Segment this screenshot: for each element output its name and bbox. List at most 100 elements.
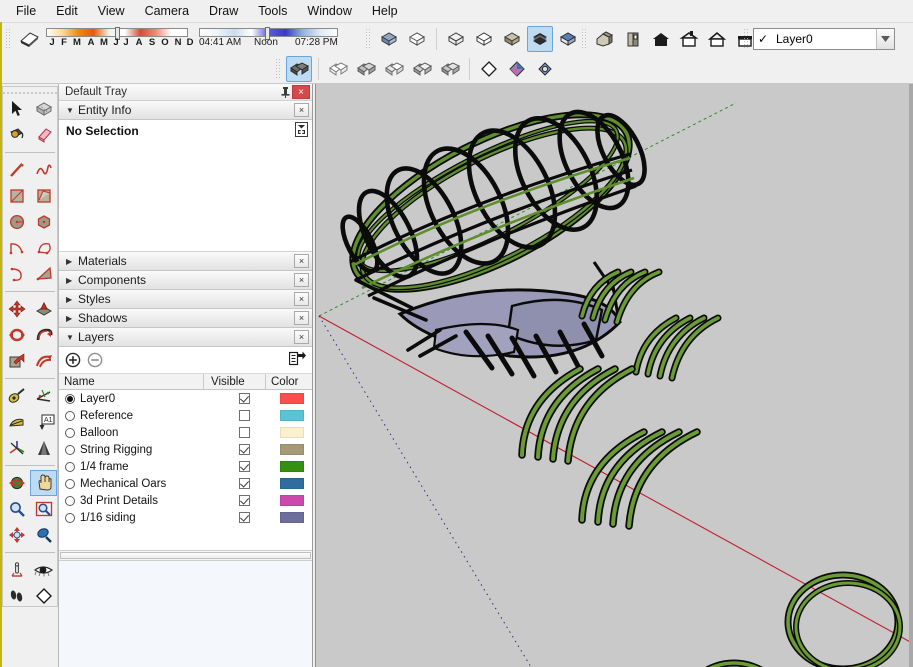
layer-visible-checkbox[interactable] — [238, 495, 250, 506]
model-viewport[interactable] — [315, 84, 913, 667]
layer-combo[interactable]: ✓ Layer0 — [753, 27, 895, 50]
chevron-right-icon[interactable]: ▶ — [66, 257, 78, 266]
layer-color-swatch[interactable] — [279, 444, 304, 455]
tool-line-button[interactable] — [3, 157, 30, 183]
view-front-button[interactable] — [648, 26, 674, 52]
tool-orbit-button[interactable] — [3, 470, 30, 496]
tool-3d-text-button[interactable] — [30, 435, 57, 461]
toolbar-grip[interactable] — [581, 27, 588, 50]
layer-visible-checkbox[interactable] — [238, 427, 250, 438]
tool-dimension-button[interactable] — [3, 409, 30, 435]
time-slider[interactable]: 04:41 AM Noon 07:28 PM — [199, 26, 338, 50]
tool-section-plane-button[interactable] — [30, 583, 57, 609]
tool-move-button[interactable] — [3, 296, 30, 322]
panel-close-styles[interactable]: × — [294, 292, 309, 306]
table-row[interactable]: Mechanical Oars — [59, 475, 312, 492]
tool-previous-view-button[interactable] — [30, 522, 57, 548]
layer-visible-checkbox[interactable] — [238, 393, 250, 404]
view-back-button[interactable] — [704, 26, 730, 52]
tool-push-pull-button[interactable] — [30, 296, 57, 322]
tool-pan-button[interactable] — [30, 470, 57, 496]
tool-arc-button[interactable] — [3, 235, 30, 261]
panel-close-layers[interactable]: × — [294, 330, 309, 344]
panel-header-layers[interactable]: ▼ Layers × — [59, 328, 312, 347]
chevron-down-icon[interactable] — [876, 28, 894, 49]
layer-active-radio[interactable] — [65, 410, 75, 421]
tool-walk-button[interactable] — [3, 583, 30, 609]
tool-scale-button[interactable] — [3, 348, 30, 374]
solid-union-button[interactable] — [353, 56, 379, 82]
expand-collapse-icon[interactable] — [295, 121, 308, 140]
column-header-name[interactable]: Name — [59, 374, 204, 389]
tool-follow-me-button[interactable] — [30, 322, 57, 348]
chevron-down-icon[interactable]: ▼ — [66, 333, 78, 342]
menu-item-help[interactable]: Help — [362, 1, 408, 21]
viewport-scrollbar[interactable] — [909, 84, 913, 667]
table-row[interactable]: String Rigging — [59, 441, 312, 458]
layer-active-radio[interactable] — [65, 478, 75, 489]
tool-text-button[interactable]: A1 — [30, 409, 57, 435]
panel-close-materials[interactable]: × — [294, 254, 309, 268]
layer-active-radio[interactable] — [65, 444, 75, 455]
tool-zoom-extents-button[interactable] — [3, 522, 30, 548]
panel-header-entity-info[interactable]: ▼ Entity Info × — [59, 101, 312, 120]
panel-close-entity-info[interactable]: × — [294, 103, 309, 117]
style-back-edges-button[interactable] — [404, 26, 430, 52]
layer-active-radio[interactable] — [65, 427, 75, 438]
tool-offset-button[interactable] — [30, 348, 57, 374]
menu-item-edit[interactable]: Edit — [46, 1, 88, 21]
tool-axes-button[interactable] — [3, 435, 30, 461]
layer-visible-checkbox[interactable] — [238, 410, 250, 421]
tool-rotate-button[interactable] — [3, 322, 30, 348]
view-top-button[interactable] — [620, 26, 646, 52]
tool-2-point-arc-button[interactable] — [30, 235, 57, 261]
layer-active-radio[interactable] — [65, 512, 75, 523]
panel-close-components[interactable]: × — [294, 273, 309, 287]
layer-visible-checkbox[interactable] — [238, 461, 250, 472]
view-iso-button[interactable] — [592, 26, 618, 52]
shadow-toggle-icon[interactable] — [16, 26, 42, 52]
style-wireframe-button[interactable] — [443, 26, 469, 52]
tool-zoom-window-button[interactable] — [30, 496, 57, 522]
menu-item-draw[interactable]: Draw — [199, 1, 248, 21]
toolbar-grip[interactable] — [5, 27, 12, 50]
layer-visible-checkbox[interactable] — [238, 478, 250, 489]
layers-scrollbar-thumb[interactable] — [60, 552, 311, 559]
layer-details-button[interactable] — [288, 351, 306, 369]
table-row[interactable]: 1/16 siding — [59, 509, 312, 526]
layer-active-radio[interactable] — [65, 461, 75, 472]
style-hidden-line-button[interactable] — [471, 26, 497, 52]
model-canvas[interactable] — [316, 84, 913, 667]
date-slider[interactable]: J F M A M J J A S O N D — [46, 26, 193, 50]
table-row[interactable]: 3d Print Details — [59, 492, 312, 509]
style-shaded-button[interactable] — [499, 26, 525, 52]
panel-header-styles[interactable]: ▶ Styles × — [59, 290, 312, 309]
tool-protractor-button[interactable] — [30, 383, 57, 409]
layer-color-swatch[interactable] — [279, 512, 304, 523]
tool-zoom-button[interactable] — [3, 496, 30, 522]
solid-split-button[interactable] — [437, 56, 463, 82]
view-right-button[interactable] — [676, 26, 702, 52]
solid-outer-shell-button[interactable] — [286, 55, 312, 82]
table-row[interactable]: Reference — [59, 407, 312, 424]
table-row[interactable]: 1/4 frame — [59, 458, 312, 475]
table-row[interactable]: Balloon — [59, 424, 312, 441]
tool-tape-measure-button[interactable] — [3, 383, 30, 409]
add-layer-button[interactable] — [65, 352, 81, 368]
column-header-color[interactable]: Color — [266, 374, 312, 389]
layer-visible-checkbox[interactable] — [238, 512, 250, 523]
panel-header-materials[interactable]: ▶ Materials × — [59, 252, 312, 271]
menu-item-file[interactable]: File — [6, 1, 46, 21]
layer-active-radio[interactable] — [65, 495, 75, 506]
menu-item-camera[interactable]: Camera — [135, 1, 199, 21]
tool-circle-button[interactable] — [3, 209, 30, 235]
panel-header-components[interactable]: ▶ Components × — [59, 271, 312, 290]
style-xray-button[interactable] — [376, 26, 402, 52]
layer-color-swatch[interactable] — [279, 410, 304, 421]
tool-make-component-button[interactable] — [30, 96, 57, 122]
layer-visible-checkbox[interactable] — [238, 444, 250, 455]
sandbox-smoove-button[interactable] — [532, 56, 558, 82]
style-shaded-with-textures-button[interactable] — [527, 25, 553, 52]
tool-look-around-button[interactable] — [30, 557, 57, 583]
tray-close-button[interactable]: × — [292, 85, 310, 99]
